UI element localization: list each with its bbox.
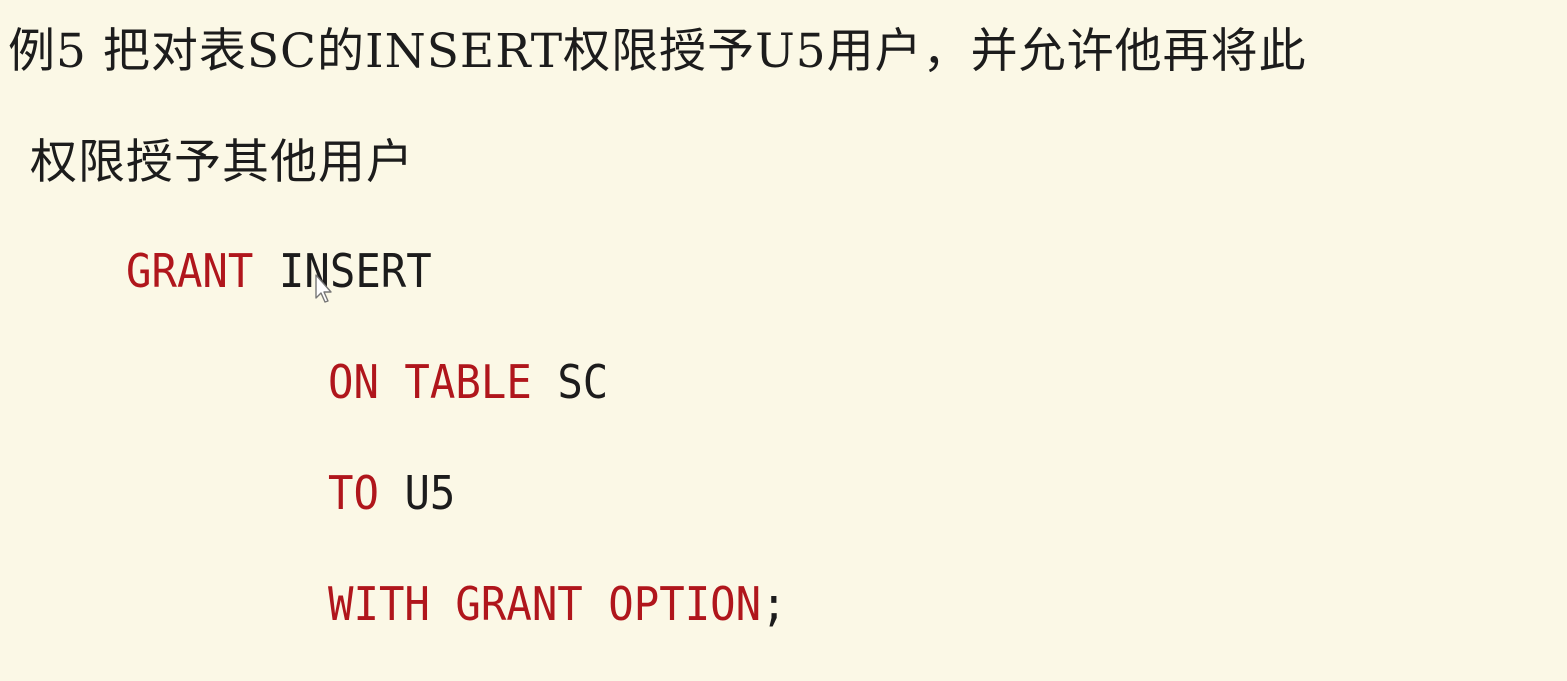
privilege-insert: INSERT (278, 244, 432, 298)
keyword-grant: GRANT (126, 244, 254, 298)
keyword-to: TO (328, 466, 379, 520)
code-line-grant: GRANT INSERT (126, 243, 432, 299)
slide: 例5 把对表SC的INSERT权限授予U5用户，并允许他再将此 权限授予其他用户… (0, 0, 1567, 681)
heading-line-2: 权限授予其他用户 (30, 135, 414, 190)
mouse-pointer-icon (315, 274, 332, 303)
code-line-with-grant-option: WITH GRANT OPTION; (328, 576, 787, 632)
keyword-on-table: ON TABLE (328, 355, 532, 409)
code-line-to: TO U5 (328, 465, 455, 521)
table-name: SC (557, 355, 609, 409)
statement-terminator: ; (761, 577, 787, 631)
code-line-on-table: ON TABLE SC (328, 354, 608, 410)
heading-line-1: 例5 把对表SC的INSERT权限授予U5用户，并允许他再将此 (8, 24, 1307, 79)
keyword-with-grant-option: WITH GRANT OPTION (328, 577, 762, 631)
user-name: U5 (404, 466, 456, 520)
